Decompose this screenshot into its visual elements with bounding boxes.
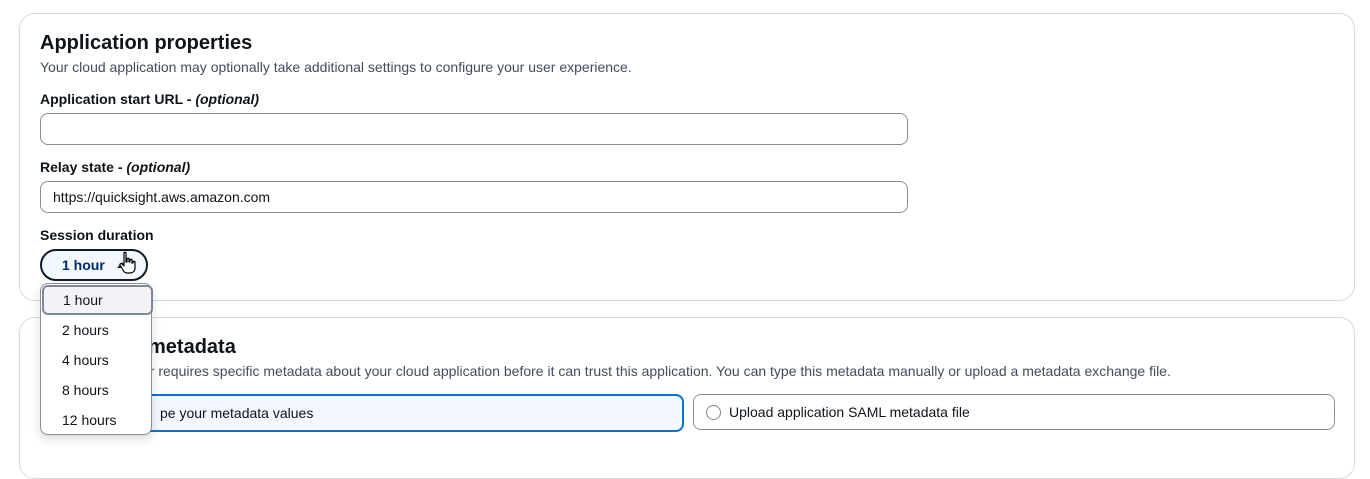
dropdown-option[interactable]: 2 hours (41, 315, 151, 345)
manual-metadata-label: pe your metadata values (160, 405, 314, 421)
dropdown-option[interactable]: 4 hours (41, 345, 151, 375)
radio-button[interactable] (706, 404, 721, 420)
section-title: metadata (148, 336, 236, 358)
session-duration-dropdown: 1 hour 2 hours 4 hours 8 hours 12 hours (40, 283, 153, 435)
application-metadata-panel: metadata er requires specific metadata a… (19, 317, 1355, 479)
start-url-input[interactable] (40, 113, 908, 145)
session-duration-label: Session duration (40, 227, 154, 243)
upload-metadata-label: Upload application SAML metadata file (729, 404, 970, 420)
dropdown-option[interactable]: 12 hours (41, 405, 151, 435)
dropdown-option[interactable]: 1 hour (42, 285, 153, 315)
hand-cursor-icon (119, 251, 136, 274)
application-properties-panel: Application properties Your cloud applic… (19, 13, 1355, 301)
upload-metadata-option[interactable]: Upload application SAML metadata file (693, 394, 1335, 430)
start-url-label: Application start URL - (optional) (40, 91, 260, 107)
section-title: Application properties (40, 32, 253, 54)
relay-state-input[interactable] (40, 181, 908, 213)
dropdown-option[interactable]: 8 hours (41, 375, 151, 405)
section-description: Your cloud application may optionally ta… (40, 59, 632, 75)
section-description: er requires specific metadata about your… (142, 363, 1171, 379)
relay-state-label: Relay state - (optional) (40, 159, 191, 175)
session-duration-value: 1 hour (62, 257, 105, 273)
